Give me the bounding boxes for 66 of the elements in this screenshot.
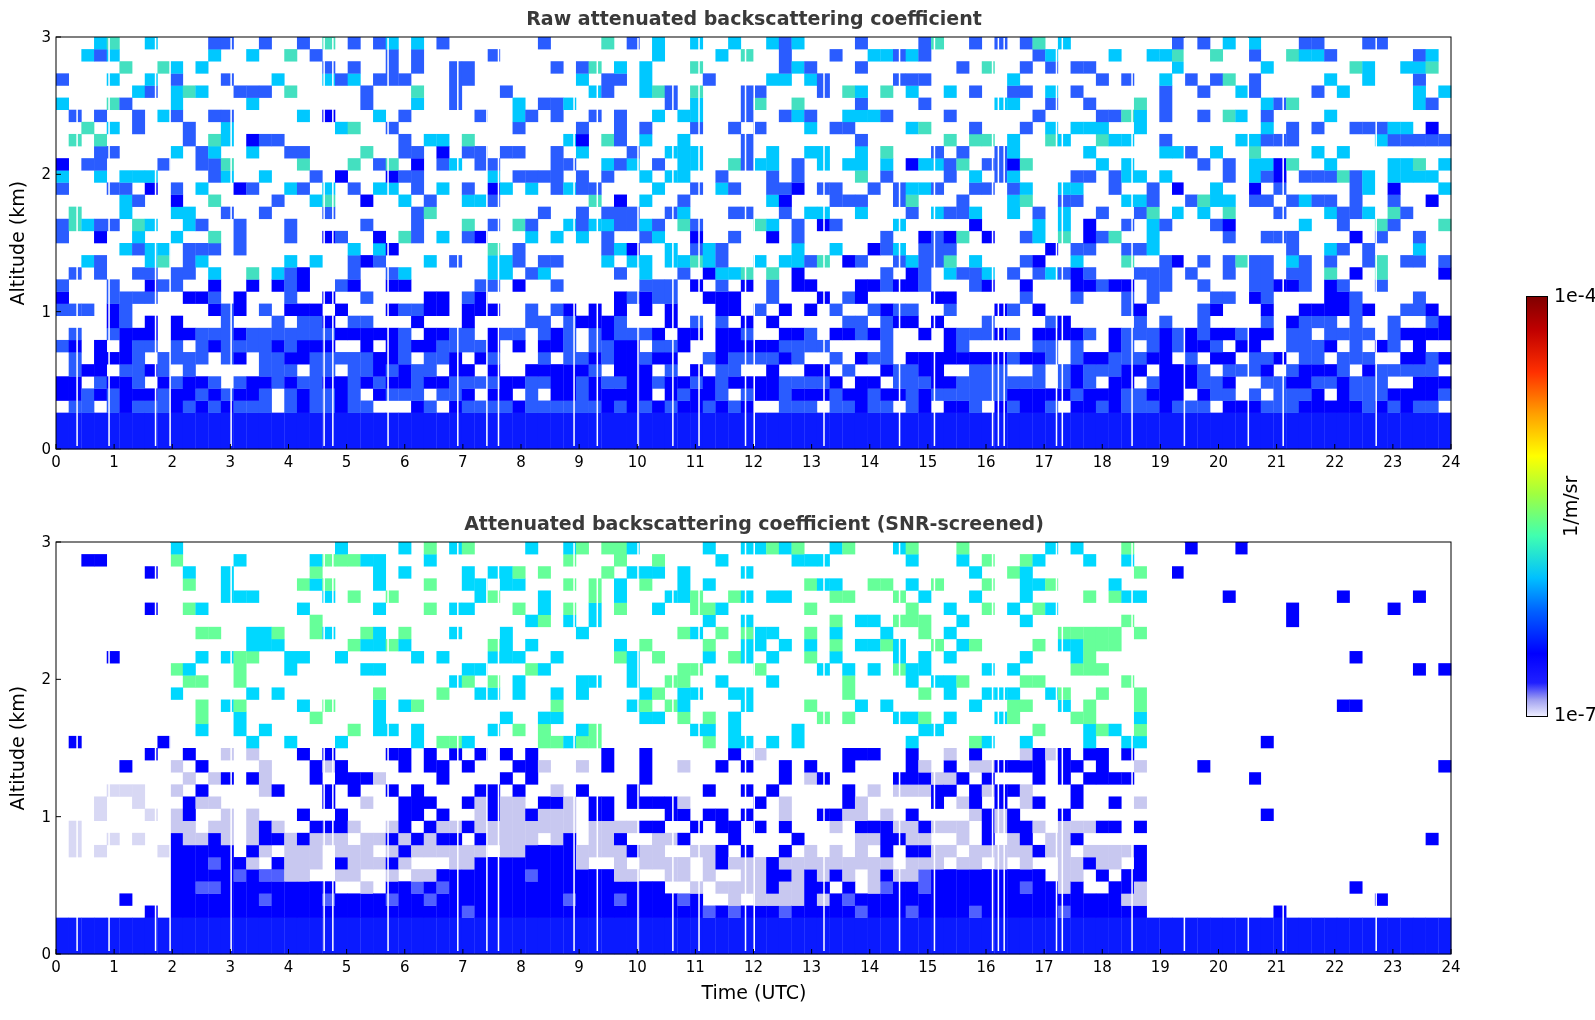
tick-label: 11: [685, 453, 705, 471]
tick-label: 22: [1325, 453, 1345, 471]
tick-label: 23: [1383, 453, 1403, 471]
tick-label: 0: [41, 945, 51, 963]
tick-label: 22: [1325, 958, 1345, 976]
tick-label: 2: [167, 958, 177, 976]
tick-label: 5: [341, 453, 352, 471]
tick-label: 15: [918, 453, 938, 471]
axis-label: Time (UTC): [701, 980, 807, 1005]
tick-label: 14: [860, 453, 880, 471]
tick-label: 20: [1208, 958, 1229, 976]
tick-label: 19: [1150, 453, 1170, 471]
tick-label: 17: [1034, 453, 1054, 471]
tick-label: 11: [685, 958, 705, 976]
tick-label: 3: [225, 958, 236, 976]
tick-label: 0: [51, 958, 61, 976]
tick-label: 4: [283, 453, 294, 471]
tick-label: 24: [1441, 453, 1461, 471]
tick-label: 1: [41, 807, 51, 826]
tick-label: 9: [574, 958, 584, 976]
tick-label: 8: [516, 958, 526, 976]
tick-label: 2: [41, 670, 51, 689]
tick-label: 14: [860, 958, 880, 976]
chart-title: Attenuated backscattering coefficient (SNR-screened): [464, 514, 1044, 533]
tick-label: 21: [1267, 958, 1287, 976]
tick-label: 3: [225, 453, 236, 471]
tick-label: 19: [1150, 958, 1170, 976]
colorbar-tick-label: 1e-4: [1554, 286, 1595, 305]
tick-label: 10: [627, 453, 647, 471]
tick-label: 18: [1092, 958, 1112, 976]
tick-label: 0: [51, 453, 61, 471]
colorbar-label: 1/m/sr: [1558, 475, 1583, 537]
tick-label: 2: [167, 453, 177, 471]
tick-label: 8: [516, 453, 526, 471]
tick-label: 15: [918, 958, 938, 976]
chart-title: Raw attenuated backscattering coefficient: [526, 9, 982, 28]
tick-label: 6: [400, 958, 410, 976]
tick-label: 13: [802, 958, 822, 976]
tick-label: 18: [1092, 453, 1112, 471]
tick-label: 9: [574, 453, 584, 471]
tick-label: 1: [109, 958, 119, 976]
axis-label: Altitude (km): [4, 685, 29, 811]
tick-label: 4: [283, 958, 294, 976]
tick-label: 12: [743, 453, 764, 471]
colorbar-tick-label: 1e-7: [1554, 705, 1595, 724]
tick-label: 5: [341, 958, 352, 976]
tick-label: 24: [1441, 958, 1461, 976]
tick-label: 0: [41, 440, 51, 458]
tick-label: 13: [802, 453, 822, 471]
tick-label: 16: [976, 958, 996, 976]
tick-label: 10: [627, 958, 647, 976]
tick-label: 12: [743, 958, 764, 976]
tick-label: 20: [1208, 453, 1229, 471]
tick-label: 3: [41, 29, 51, 46]
tick-label: 3: [41, 534, 51, 551]
tick-label: 17: [1034, 958, 1054, 976]
tick-label: 1: [109, 453, 119, 471]
tick-label: 6: [400, 453, 410, 471]
tick-label: 16: [976, 453, 996, 471]
axis-label: Altitude (km): [4, 180, 29, 306]
tick-label: 23: [1383, 958, 1403, 976]
tick-label: 7: [458, 453, 468, 471]
tick-label: 21: [1267, 453, 1287, 471]
tick-label: 2: [41, 165, 51, 184]
tick-label: 7: [458, 958, 468, 976]
tick-label: 1: [41, 302, 51, 321]
